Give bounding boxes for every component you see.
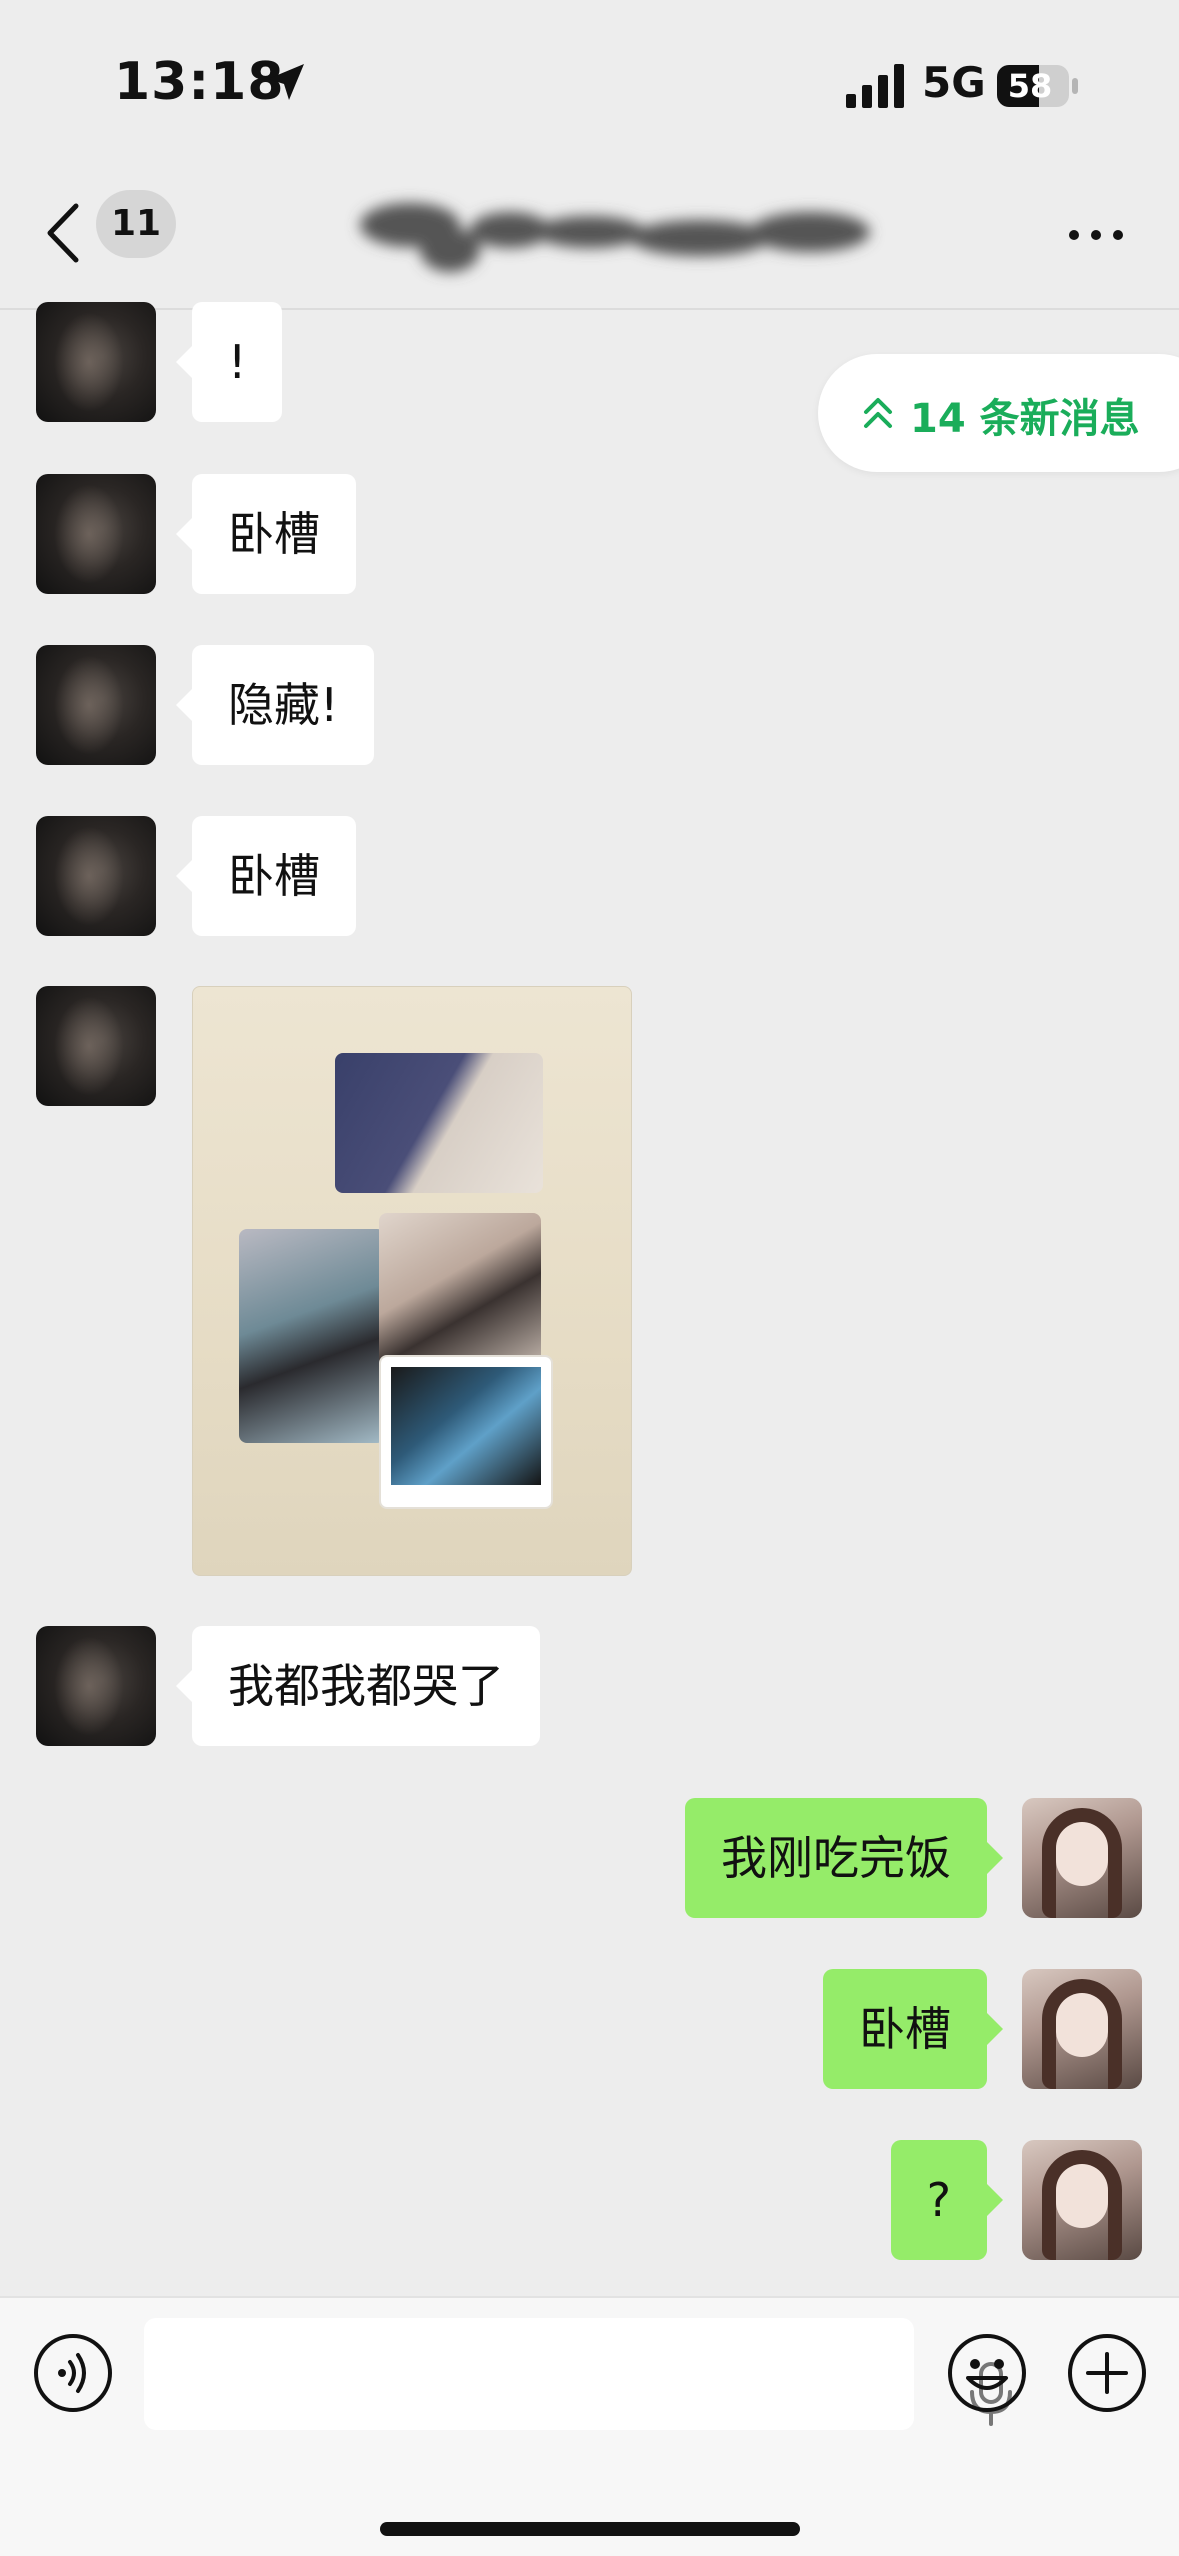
- new-messages-button[interactable]: 14 条新消息: [818, 354, 1179, 472]
- message-bubble-outgoing[interactable]: 卧槽: [823, 1969, 1003, 2089]
- double-chevron-up-icon: [864, 398, 892, 428]
- battery-level: 58: [1007, 67, 1053, 105]
- input-bar: [0, 2296, 1179, 2556]
- contact-avatar[interactable]: [36, 474, 156, 594]
- message-bubble-outgoing[interactable]: 我刚吃完饭: [685, 1798, 1003, 1918]
- chat-screen: 13:18 5G 58 11 14 条新消息 ! 卧槽 隐藏! 卧槽 我都我都哭…: [0, 0, 1179, 2556]
- signal-icon: [846, 64, 904, 108]
- message-bubble-outgoing[interactable]: ?: [890, 2140, 1004, 2260]
- my-avatar[interactable]: [1022, 2140, 1142, 2260]
- photo-card: [239, 1229, 385, 1443]
- network-label: 5G: [922, 58, 986, 107]
- unread-count-badge[interactable]: 11: [96, 190, 176, 258]
- contact-avatar[interactable]: [36, 816, 156, 936]
- photo-card: [379, 1213, 541, 1375]
- home-indicator: [380, 2522, 800, 2536]
- status-time: 13:18: [114, 52, 285, 112]
- message-bubble-incoming[interactable]: 卧槽: [176, 816, 356, 936]
- chat-header: 11: [0, 160, 1179, 310]
- message-bubble-incoming[interactable]: 隐藏!: [175, 645, 375, 765]
- location-arrow-icon: [268, 64, 304, 100]
- back-chevron-icon[interactable]: [40, 200, 86, 266]
- photo-card: [335, 1053, 543, 1193]
- photo-card: [379, 1355, 553, 1509]
- contact-avatar[interactable]: [36, 302, 156, 422]
- voice-icon[interactable]: [32, 2332, 114, 2414]
- image-message[interactable]: [192, 986, 632, 1576]
- my-avatar[interactable]: [1022, 1969, 1142, 2089]
- contact-avatar[interactable]: [36, 645, 156, 765]
- contact-name-redacted: [360, 203, 870, 272]
- contact-avatar[interactable]: [36, 1626, 156, 1746]
- my-avatar[interactable]: [1022, 1798, 1142, 1918]
- new-messages-label: 14 条新消息: [910, 396, 1140, 442]
- message-bubble-incoming[interactable]: 卧槽: [176, 474, 356, 594]
- message-bubble-incoming[interactable]: 我都我都哭了: [176, 1626, 540, 1746]
- message-input[interactable]: [144, 2318, 1012, 2430]
- more-dots-icon[interactable]: [1066, 220, 1126, 250]
- message-bubble-incoming[interactable]: !: [175, 302, 283, 422]
- emoji-icon[interactable]: [946, 2332, 1028, 2414]
- plus-icon[interactable]: [1066, 2332, 1148, 2414]
- contact-avatar[interactable]: [36, 986, 156, 1106]
